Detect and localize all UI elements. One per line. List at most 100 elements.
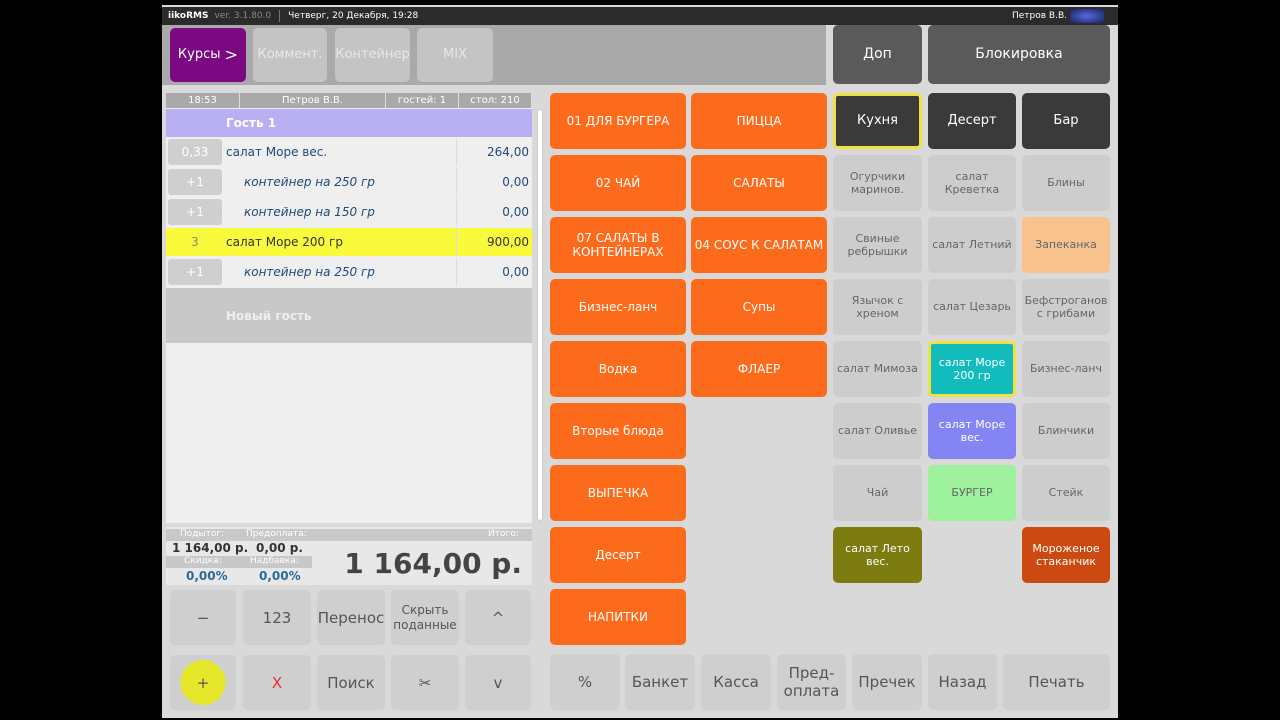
courses-button[interactable]: Курсы > bbox=[170, 28, 246, 82]
category-button[interactable]: Супы bbox=[691, 279, 827, 335]
item-price: 264,00 bbox=[456, 138, 532, 166]
item-quantity[interactable]: 0,33 bbox=[168, 139, 222, 165]
product-button[interactable]: салат Море вес. bbox=[928, 403, 1016, 459]
category-button[interactable]: ФЛАЕР bbox=[691, 341, 827, 397]
order-item-row[interactable]: +1 контейнер на 250 гр 0,00 bbox=[166, 168, 532, 196]
item-name: контейнер на 150 гр bbox=[244, 205, 375, 219]
app-name: iikoRMS bbox=[168, 11, 209, 21]
item-quantity[interactable]: +1 bbox=[168, 259, 222, 285]
subtotal-label: Подытог: bbox=[180, 529, 225, 539]
product-button[interactable]: Огурчики маринов. bbox=[833, 155, 922, 211]
banquet-button[interactable]: Банкет bbox=[625, 654, 695, 710]
category-button[interactable]: ПИЦЦА bbox=[691, 93, 827, 149]
order-scrollbar[interactable] bbox=[537, 109, 543, 521]
product-button[interactable]: Язычок с хреном bbox=[833, 279, 922, 335]
category-button[interactable]: Десерт bbox=[550, 527, 686, 583]
comment-button[interactable]: Коммент. bbox=[253, 28, 327, 82]
order-header: 18:53 Петров В.В. гостей: 1 стол: 210 bbox=[166, 93, 532, 108]
category-button[interactable]: 02 ЧАЙ bbox=[550, 155, 686, 211]
product-button[interactable]: салат Креветка bbox=[928, 155, 1016, 211]
category-button[interactable]: ВЫПЕЧКА bbox=[550, 465, 686, 521]
extra-button[interactable]: Доп bbox=[833, 25, 922, 84]
product-button[interactable]: Бизнес-ланч bbox=[1022, 341, 1110, 397]
item-price: 0,00 bbox=[456, 258, 532, 286]
product-button[interactable]: Запеканка bbox=[1022, 217, 1110, 273]
product-button[interactable]: Десерт bbox=[928, 93, 1016, 149]
total-value: 1 164,00 р. bbox=[344, 547, 522, 580]
percent-button[interactable]: % bbox=[550, 654, 620, 710]
chevron-right-icon: > bbox=[224, 45, 239, 65]
category-button[interactable]: Водка bbox=[550, 341, 686, 397]
discount-value: 0,00% bbox=[186, 569, 228, 583]
product-button[interactable]: Блинчики bbox=[1022, 403, 1110, 459]
cashier-button[interactable]: Касса bbox=[701, 654, 771, 710]
search-button[interactable]: Поиск bbox=[317, 655, 385, 710]
prepay-value: 0,00 р. bbox=[256, 541, 303, 555]
item-quantity[interactable]: +1 bbox=[168, 169, 222, 195]
order-panel: 18:53 Петров В.В. гостей: 1 стол: 210 Го… bbox=[166, 93, 532, 523]
order-summary: Подытог: Предоплата: Итого: 1 164,00 р. … bbox=[166, 527, 532, 585]
order-item-row[interactable]: 3 салат Море 200 гр 900,00 bbox=[166, 228, 532, 256]
product-button[interactable]: Свиные ребрышки bbox=[833, 217, 922, 273]
product-button[interactable]: салат Лето вес. bbox=[833, 527, 922, 583]
precheck-button[interactable]: Пречек bbox=[852, 654, 922, 710]
category-button[interactable]: 07 САЛАТЫ В КОНТЕЙНЕРАХ bbox=[550, 217, 686, 273]
user-info: Петров В.В. bbox=[1012, 7, 1104, 25]
product-button[interactable]: Чай bbox=[833, 465, 922, 521]
order-item-row[interactable]: +1 контейнер на 250 гр 0,00 bbox=[166, 258, 532, 286]
courses-label: Курсы bbox=[177, 47, 221, 63]
iiko-pos-window: iikoRMS ver. 3.1.80.0 Четверг, 20 Декабр… bbox=[162, 5, 1118, 718]
hide-served-button[interactable]: Скрыть поданные bbox=[391, 590, 459, 645]
product-button[interactable]: салат Мимоза bbox=[833, 341, 922, 397]
total-label: Итого: bbox=[488, 529, 519, 539]
delete-button[interactable]: X bbox=[243, 655, 311, 710]
print-button[interactable]: Печать bbox=[1003, 654, 1110, 710]
product-button[interactable]: Кухня bbox=[833, 93, 922, 149]
order-item-row[interactable]: 0,33 салат Море вес. 264,00 bbox=[166, 138, 532, 166]
guest-count: гостей: 1 bbox=[386, 93, 459, 108]
product-button[interactable]: салат Оливье bbox=[833, 403, 922, 459]
product-button[interactable]: Мороженое стаканчик bbox=[1022, 527, 1110, 583]
subtotal-value: 1 164,00 р. bbox=[172, 541, 249, 555]
item-price: 900,00 bbox=[456, 228, 532, 256]
product-button[interactable]: салат Море 200 гр bbox=[928, 341, 1016, 397]
container-button[interactable]: Контейнер bbox=[335, 28, 410, 82]
plus-button[interactable]: + bbox=[170, 655, 236, 710]
category-button[interactable]: НАПИТКИ bbox=[550, 589, 686, 645]
product-button[interactable]: салат Летний bbox=[928, 217, 1016, 273]
item-quantity[interactable]: +1 bbox=[168, 199, 222, 225]
divider bbox=[279, 10, 281, 22]
new-guest-button[interactable]: Новый гость bbox=[166, 288, 532, 343]
category-button[interactable]: 01 ДЛЯ БУРГЕРА bbox=[550, 93, 686, 149]
scroll-up-button[interactable]: ^ bbox=[465, 590, 531, 645]
order-item-row[interactable]: +1 контейнер на 150 гр 0,00 bbox=[166, 198, 532, 226]
prepay-button[interactable]: Пред-оплата bbox=[777, 654, 846, 710]
split-button[interactable]: ✂ bbox=[391, 655, 459, 710]
item-name: контейнер на 250 гр bbox=[244, 265, 375, 279]
table-number: стол: 210 bbox=[459, 93, 532, 108]
item-quantity[interactable]: 3 bbox=[168, 229, 222, 255]
order-time: 18:53 bbox=[166, 93, 240, 108]
mix-button[interactable]: MIX bbox=[417, 28, 493, 82]
datetime: Четверг, 20 Декабря, 19:28 bbox=[288, 11, 419, 21]
category-button[interactable]: САЛАТЫ bbox=[691, 155, 827, 211]
category-button[interactable]: 04 СОУС К САЛАТАМ bbox=[691, 217, 827, 273]
category-button[interactable]: Бизнес-ланч bbox=[550, 279, 686, 335]
product-button[interactable]: Стейк bbox=[1022, 465, 1110, 521]
item-name: салат Море вес. bbox=[226, 145, 328, 159]
product-button[interactable]: Блины bbox=[1022, 155, 1110, 211]
product-button[interactable]: Бефстроганов с грибами bbox=[1022, 279, 1110, 335]
product-button[interactable]: Бар bbox=[1022, 93, 1110, 149]
guest-header[interactable]: Гость 1 bbox=[166, 109, 532, 137]
numpad-button[interactable]: 123 bbox=[243, 590, 311, 645]
category-button[interactable]: Вторые блюда bbox=[550, 403, 686, 459]
app-version: ver. 3.1.80.0 bbox=[214, 11, 272, 21]
scroll-down-button[interactable]: v bbox=[465, 655, 531, 710]
back-button[interactable]: Назад bbox=[928, 654, 997, 710]
product-button[interactable]: БУРГЕР bbox=[928, 465, 1016, 521]
product-button[interactable]: салат Цезарь bbox=[928, 279, 1016, 335]
minus-button[interactable]: − bbox=[170, 590, 236, 645]
prepay-label: Предоплата: bbox=[246, 529, 307, 539]
transfer-button[interactable]: Перенос bbox=[317, 590, 385, 645]
lock-button[interactable]: Блокировка bbox=[928, 25, 1110, 84]
